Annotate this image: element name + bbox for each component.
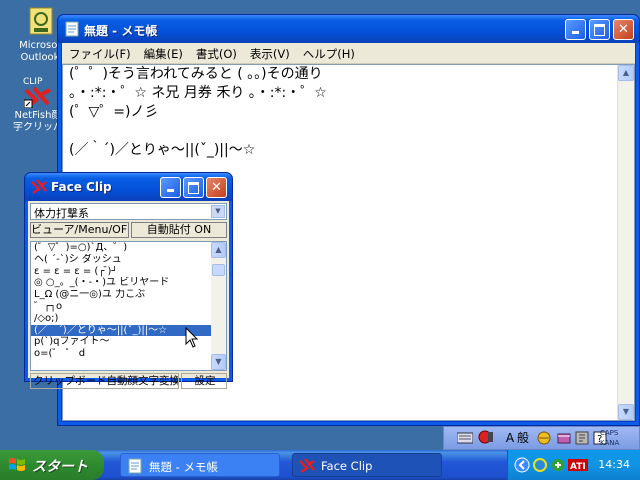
list-item[interactable]: ヘ( ´-`)シ ダッシュ: [31, 254, 226, 266]
windows-logo-icon: [8, 457, 26, 473]
faceclip-statusbar: クリップボード自動顔文字変換 設定: [30, 373, 227, 389]
editor-line: (゜゜)そう言われてみると ( 。。)その通り: [69, 66, 323, 82]
ati-icon[interactable]: ATI: [568, 457, 588, 473]
taskbar-item-notepad[interactable]: 無題 - メモ帳: [120, 453, 280, 477]
scroll-up-button[interactable]: ▲: [618, 65, 634, 81]
faceclip-window: Face Clip ✕ 体力打撃系 ▼ ビューア/Menu/OFF 自動貼付 O…: [24, 172, 233, 389]
category-value: 体力打撃系: [34, 207, 89, 220]
faceclip-titlebar[interactable]: Face Clip ✕: [25, 173, 232, 201]
start-button[interactable]: スタート: [0, 450, 104, 480]
list-scrollbar[interactable]: ▲ ▼: [211, 242, 226, 370]
maximize-icon: [594, 24, 605, 36]
chevron-down-icon[interactable]: ▼: [211, 205, 225, 218]
viewer-menu-button[interactable]: ビューア/Menu/OFF: [30, 222, 129, 238]
minimize-button[interactable]: [160, 177, 181, 198]
scroll-down-button[interactable]: ▼: [618, 404, 634, 420]
menu-format[interactable]: 書式(O): [189, 43, 243, 62]
menu-edit[interactable]: 編集(E): [137, 43, 189, 62]
window-title: Face Clip: [51, 180, 112, 194]
autopaste-button[interactable]: 自動貼付 ON: [131, 222, 227, 238]
close-icon: ✕: [211, 180, 222, 195]
maximize-button[interactable]: [183, 177, 204, 198]
taskbar-item-label: 無題 - メモ帳: [149, 460, 218, 474]
minimize-button[interactable]: [565, 19, 586, 40]
minimize-icon: [572, 31, 579, 34]
outlook-icon: [24, 6, 56, 38]
ime-pad-icon[interactable]: [478, 430, 494, 446]
ime-mode-indicator[interactable]: A: [504, 430, 516, 446]
maximize-button[interactable]: [589, 19, 610, 40]
dictionary-icon[interactable]: [556, 430, 572, 446]
system-tray: ATI 14:34: [507, 450, 640, 480]
notepad-titlebar[interactable]: 無題 - メモ帳 ✕: [58, 15, 639, 43]
list-item[interactable]: ε = ε = ε = (┌ ̄)┘: [31, 266, 226, 278]
caps-kana-indicator: CAPS KANA: [600, 428, 619, 448]
caps-indicator: CAPS: [600, 429, 619, 437]
close-icon: ✕: [618, 22, 629, 37]
notepad-icon: [127, 458, 143, 474]
vertical-scrollbar[interactable]: ▲ ▼: [617, 65, 634, 420]
chevron-left-icon[interactable]: [514, 457, 530, 473]
mouse-cursor-icon: [185, 326, 199, 352]
taskbar: スタート 無題 - メモ帳 Face Clip ATI 14:34: [0, 450, 640, 480]
notepad-icon: [64, 21, 80, 37]
maximize-icon: [188, 182, 199, 194]
window-title: 無題 - メモ帳: [84, 24, 158, 38]
taskbar-item-faceclip[interactable]: Face Clip: [292, 453, 442, 477]
start-label: スタート: [32, 459, 88, 475]
ime-tool-icon[interactable]: [536, 430, 552, 446]
menu-file[interactable]: ファイル(F): [62, 43, 137, 62]
editor-line: (／｀´)／とりゃ～||(ˇ_)||～☆: [69, 142, 256, 158]
kana-indicator: KANA: [600, 439, 620, 447]
netfish-clip-icon: [31, 179, 47, 195]
list-item[interactable]: /◇o;): [31, 313, 226, 325]
keyboard-icon[interactable]: [456, 430, 474, 446]
taskbar-item-label: Face Clip: [321, 459, 373, 473]
list-item[interactable]: L_Ω (@ニ一◎)ユ 力こぶ: [31, 289, 226, 301]
list-item[interactable]: ゜┌┐o: [31, 301, 226, 313]
svg-text:ATI: ATI: [570, 462, 586, 472]
scroll-up-button[interactable]: ▲: [211, 242, 226, 258]
menu-help[interactable]: ヘルプ(H): [296, 43, 361, 62]
minimize-icon: [167, 189, 174, 192]
close-button[interactable]: ✕: [206, 177, 227, 198]
editor-line: (゜▽゜=)ノ彡: [69, 104, 159, 120]
security-icon[interactable]: [550, 457, 566, 473]
list-item[interactable]: ◎ ○_。_(・-・)ユ ビリヤード: [31, 277, 226, 289]
netfish-clip-icon: [23, 86, 52, 112]
network-icon[interactable]: [532, 457, 548, 473]
category-select[interactable]: 体力打撃系 ▼: [30, 203, 227, 220]
auto-convert-status[interactable]: クリップボード自動顔文字変換: [30, 373, 179, 389]
netfish-clip-icon: [299, 458, 315, 474]
list-item[interactable]: (゜▽゜)=○)`Д、゜): [31, 242, 226, 254]
menu-bar: ファイル(F) 編集(E) 書式(O) 表示(V) ヘルプ(H): [62, 43, 635, 64]
settings-button[interactable]: 設定: [181, 373, 227, 389]
properties-icon[interactable]: [574, 430, 590, 446]
scroll-thumb[interactable]: [212, 264, 225, 276]
clock[interactable]: 14:34: [598, 458, 630, 471]
scroll-down-button[interactable]: ▼: [211, 354, 226, 370]
ime-kanji-indicator[interactable]: 般: [516, 430, 530, 446]
close-button[interactable]: ✕: [613, 19, 634, 40]
editor-line: 。・:*:・゜☆ ネ兄 月券 禾り 。・:*:・゜☆: [69, 85, 327, 101]
menu-view[interactable]: 表示(V): [243, 43, 296, 62]
